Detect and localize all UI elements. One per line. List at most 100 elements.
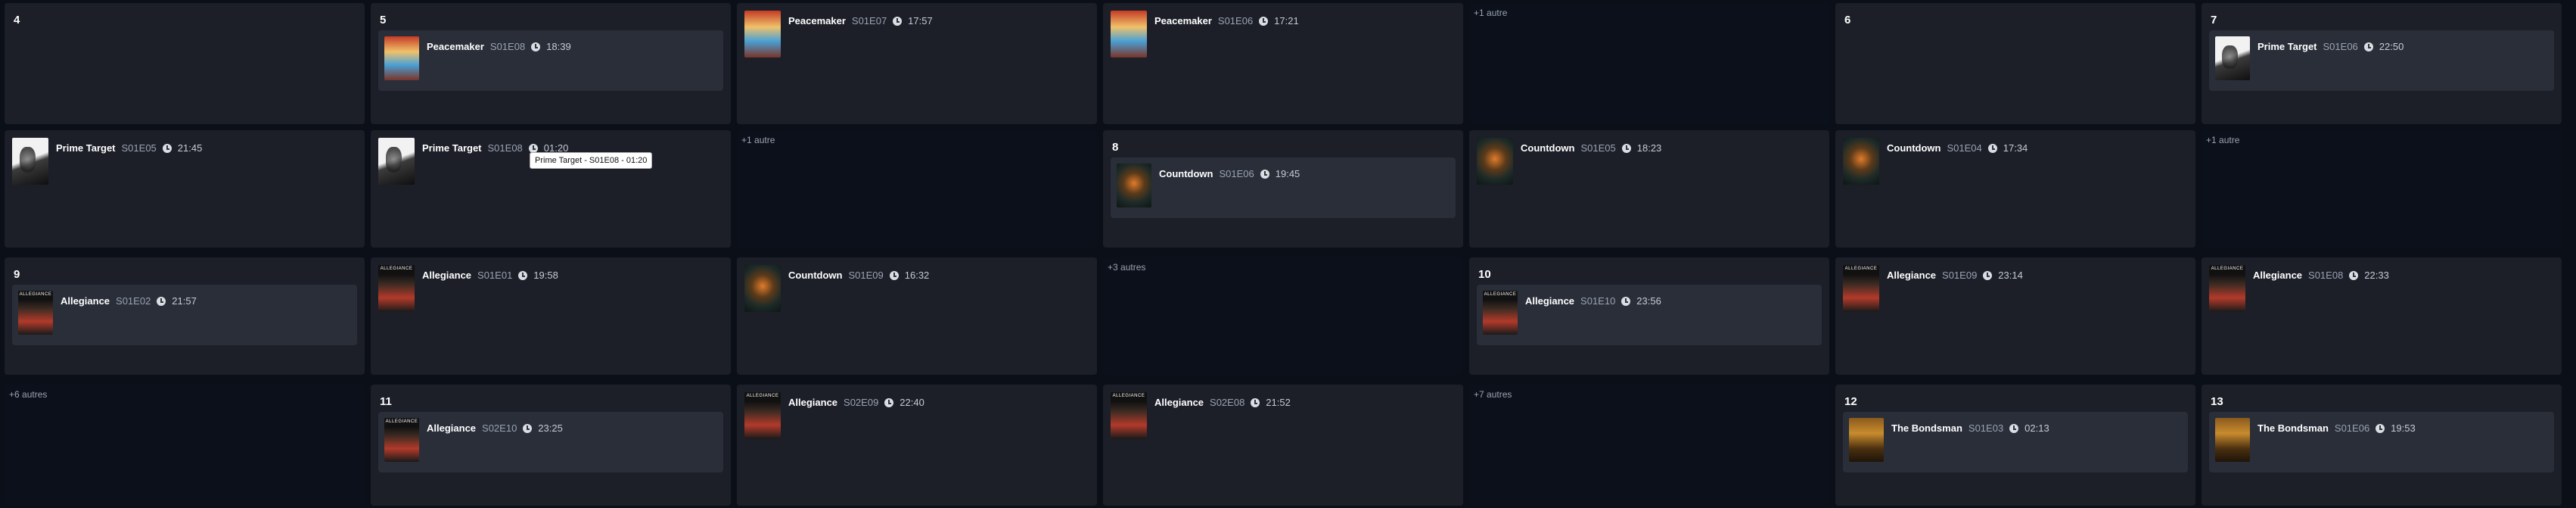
episode-event[interactable]: Allegiance S01E09 23:14 xyxy=(1843,265,2188,315)
calendar-day-cell[interactable]: 8 Countdown S01E06 19:45 xyxy=(1103,130,1463,248)
episode-code: S01E01 xyxy=(477,270,513,281)
episode-meta: Allegiance S01E10 23:56 xyxy=(1525,295,1661,307)
calendar-day-cell[interactable]: Countdown S01E04 17:34 xyxy=(1835,130,2195,248)
episode-event[interactable]: Allegiance S02E10 23:25 xyxy=(378,412,723,472)
calendar-day-cell[interactable]: Peacemaker S01E06 17:21 xyxy=(1103,3,1463,124)
episode-event[interactable]: Allegiance S01E08 22:33 xyxy=(2209,265,2554,315)
calendar-day-cell[interactable]: Prime Target S01E05 21:45 xyxy=(5,130,365,248)
episode-event[interactable]: Countdown S01E06 19:45 xyxy=(1111,157,1456,218)
more-events-link[interactable]: +6 autres xyxy=(9,389,47,400)
allegiance-poster xyxy=(2209,265,2245,312)
episode-event[interactable]: Allegiance S02E09 22:40 xyxy=(744,392,1089,442)
calendar-day-cell[interactable]: Allegiance S01E01 19:58 xyxy=(371,257,731,375)
calendar-day-cell[interactable]: Allegiance S01E09 23:14 xyxy=(1835,257,2195,375)
day-number: 7 xyxy=(2211,14,2217,26)
calendar-day-cell[interactable]: 6 xyxy=(1835,3,2195,124)
more-events-link[interactable]: +1 autre xyxy=(741,135,775,145)
calendar-day-cell[interactable]: +3 autres xyxy=(1103,257,1463,375)
show-title: Prime Target xyxy=(56,142,116,154)
calendar-day-cell[interactable]: +1 autre xyxy=(1469,3,1829,124)
calendar-day-cell[interactable]: 5 Peacemaker S01E08 18:39 xyxy=(371,3,731,124)
episode-event[interactable]: Countdown S01E09 16:32 xyxy=(744,265,1089,315)
clock-icon xyxy=(2349,270,2359,280)
calendar-day-cell[interactable]: 12 The Bondsman S01E03 02:13 xyxy=(1835,385,2195,506)
air-time: 17:21 xyxy=(1274,15,1299,26)
air-time: 22:33 xyxy=(2364,270,2389,281)
episode-event[interactable]: Allegiance S01E02 21:57 xyxy=(12,285,357,345)
calendar-day-cell[interactable]: +7 autres xyxy=(1469,385,1829,506)
episode-event[interactable]: Countdown S01E04 17:34 xyxy=(1843,138,2188,188)
show-title: Allegiance xyxy=(1887,270,1937,281)
episode-event[interactable]: Peacemaker S01E08 18:39 xyxy=(378,30,723,91)
episode-event[interactable]: Allegiance S02E08 21:52 xyxy=(1111,392,1456,442)
calendar-day-cell[interactable]: +1 autre xyxy=(2202,130,2562,248)
calendar-day-cell[interactable]: Allegiance S02E08 21:52 xyxy=(1103,385,1463,506)
calendar-day-cell[interactable]: 13 The Bondsman S01E06 19:53 xyxy=(2202,385,2562,506)
calendar-day-cell[interactable]: 10 Allegiance S01E10 23:56 xyxy=(1469,257,1829,375)
clock-icon xyxy=(1983,270,1993,280)
calendar-day-cell[interactable]: Peacemaker S01E07 17:57 xyxy=(737,3,1097,124)
air-time: 23:14 xyxy=(1998,270,2023,281)
episode-event[interactable]: Allegiance S01E01 19:58 xyxy=(378,265,723,315)
the-bondsman-poster xyxy=(2215,418,2250,462)
show-title: Allegiance xyxy=(1154,397,1204,408)
calendar-day-cell[interactable]: 7 Prime Target S01E06 22:50 xyxy=(2202,3,2562,124)
episode-event[interactable]: Peacemaker S01E07 17:57 xyxy=(744,11,1089,61)
countdown-poster xyxy=(1843,138,1879,185)
allegiance-poster xyxy=(378,265,415,312)
episode-event[interactable]: The Bondsman S01E03 02:13 xyxy=(1843,412,2188,472)
event-tooltip: Prime Target - S01E08 - 01:20 xyxy=(530,152,653,169)
air-time: 02:13 xyxy=(2024,422,2049,434)
episode-code: S01E08 xyxy=(2308,270,2344,281)
calendar-day-cell[interactable]: +6 autres xyxy=(5,385,365,506)
air-time: 23:56 xyxy=(1636,295,1661,307)
episode-meta: Countdown S01E04 17:34 xyxy=(1887,142,2028,154)
calendar-day-cell[interactable]: Countdown S01E05 18:23 xyxy=(1469,130,1829,248)
show-title: Prime Target xyxy=(2257,41,2317,52)
calendar-day-cell[interactable]: 9 Allegiance S01E02 21:57 xyxy=(5,257,365,375)
calendar-day-cell[interactable]: 4 xyxy=(5,3,365,124)
episode-code: S01E08 xyxy=(489,41,526,52)
episode-code: S01E04 xyxy=(1947,142,1982,154)
episode-meta: The Bondsman S01E06 19:53 xyxy=(2257,422,2416,434)
more-events-link[interactable]: +1 autre xyxy=(1474,8,1507,18)
day-number: 12 xyxy=(1844,395,1857,408)
clock-icon xyxy=(2376,423,2385,433)
clock-icon xyxy=(528,143,538,153)
episode-event[interactable]: Peacemaker S01E06 17:21 xyxy=(1111,11,1456,61)
calendar-day-cell[interactable]: 11 Allegiance S02E10 23:25 xyxy=(371,385,731,506)
more-events-link[interactable]: +1 autre xyxy=(2206,135,2239,145)
show-title: The Bondsman xyxy=(2257,422,2329,434)
calendar-day-cell[interactable]: Countdown S01E09 16:32 xyxy=(737,257,1097,375)
episode-event[interactable]: Allegiance S01E10 23:56 xyxy=(1477,285,1822,345)
episode-code: S01E05 xyxy=(121,142,157,154)
episode-meta: Allegiance S01E02 21:57 xyxy=(61,295,197,307)
allegiance-poster xyxy=(18,291,53,335)
episode-event[interactable]: Countdown S01E05 18:23 xyxy=(1477,138,1822,188)
clock-icon xyxy=(1251,397,1260,407)
air-time: 17:34 xyxy=(2003,142,2028,154)
peacemaker-poster xyxy=(1111,11,1147,58)
clock-icon xyxy=(162,143,172,153)
peacemaker-poster xyxy=(744,11,781,58)
more-events-link[interactable]: +3 autres xyxy=(1108,262,1145,273)
show-title: Allegiance xyxy=(2253,270,2303,281)
episode-event[interactable]: The Bondsman S01E06 19:53 xyxy=(2209,412,2554,472)
episode-meta: Countdown S01E06 19:45 xyxy=(1159,168,1300,179)
calendar-day-cell[interactable]: Allegiance S01E08 22:33 xyxy=(2202,257,2562,375)
day-number: 4 xyxy=(14,14,20,26)
air-time: 18:39 xyxy=(546,41,571,52)
clock-icon xyxy=(2363,42,2373,51)
calendar-day-cell[interactable]: +1 autre xyxy=(737,130,1097,248)
air-time: 22:40 xyxy=(900,397,924,408)
calendar-day-cell[interactable]: Allegiance S02E09 22:40 xyxy=(737,385,1097,506)
more-events-link[interactable]: +7 autres xyxy=(1474,389,1512,400)
calendar-day-cell[interactable]: Prime Target S01E08 01:20 xyxy=(371,130,731,248)
episode-event[interactable]: Prime Target S01E05 21:45 xyxy=(12,138,357,188)
episode-code: S01E07 xyxy=(851,15,887,26)
episode-code: S01E10 xyxy=(1580,295,1616,307)
show-title: Prime Target xyxy=(422,142,482,154)
episode-event[interactable]: Prime Target S01E06 22:50 xyxy=(2209,30,2554,91)
show-title: Countdown xyxy=(1159,168,1213,179)
clock-icon xyxy=(1621,143,1631,153)
